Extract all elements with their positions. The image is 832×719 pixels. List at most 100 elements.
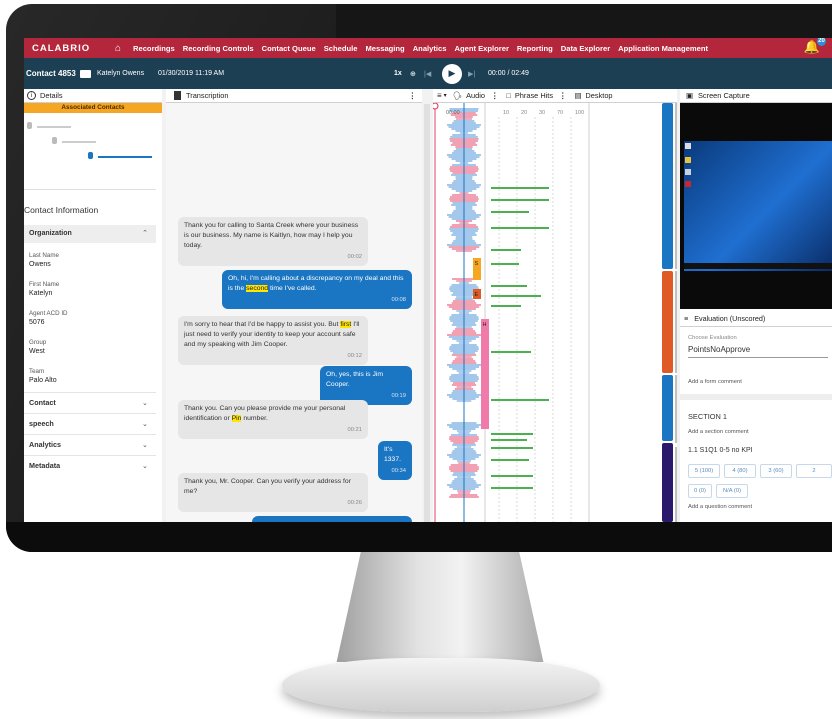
taskbar <box>684 263 832 269</box>
tree-line <box>62 141 96 143</box>
phrase-hit-bar <box>491 227 549 229</box>
choose-evaluation-label: Choose Evaluation <box>688 335 737 341</box>
metadata-section[interactable]: Metadata ⌄ <box>24 455 156 475</box>
select-underline <box>688 357 828 358</box>
kebab-menu-icon[interactable]: ⋮ <box>409 91 416 100</box>
message-text: Thank you for calling to Santa Creek whe… <box>184 222 359 249</box>
analytics-section[interactable]: Analytics ⌄ <box>24 434 156 454</box>
waveform-svg[interactable]: S E H 00:00 10 20 30 70 100 <box>433 103 677 522</box>
nav-agent-explorer[interactable]: Agent Explorer <box>450 44 512 53</box>
message-time: 00:21 <box>347 427 362 433</box>
phrase-hits-label[interactable]: Phrase Hits <box>515 91 553 100</box>
contact-id: Contact 4853 <box>26 69 76 78</box>
keyword-highlight[interactable]: second <box>246 285 269 292</box>
phrase-hit-bar <box>491 263 519 265</box>
screen-capture-image[interactable] <box>680 103 832 309</box>
chevron-down-icon[interactable]: ⌄ <box>142 456 148 476</box>
phrase-hit-bar <box>491 475 533 477</box>
associated-contacts-bar[interactable]: Associated Contacts <box>24 103 162 113</box>
app-screen: CALABRIO ⌂ Recordings Recording Controls… <box>24 38 832 522</box>
phrase-hit-bar <box>491 295 541 297</box>
desktop-icon <box>685 143 691 149</box>
tick-label: 10 <box>503 110 509 116</box>
nav-contact-queue[interactable]: Contact Queue <box>258 44 320 53</box>
message-time: 00:08 <box>391 297 406 303</box>
collapse-icon[interactable]: ≡ <box>437 91 442 100</box>
details-title: Details <box>40 91 63 100</box>
notification-badge: 20 <box>817 38 826 46</box>
desktop-lane-gray <box>675 271 677 373</box>
nav-recording-controls[interactable]: Recording Controls <box>179 44 258 53</box>
chevron-down-icon[interactable]: ⌄ <box>142 393 148 413</box>
chevron-up-icon[interactable]: ⌃ <box>142 225 148 243</box>
playback-speed[interactable]: 1x <box>394 70 410 77</box>
waveform-panel: ≡ ▾ 🗣 Audio ⋮ □ Phrase Hits ⋮ ▤ Desktop … <box>433 89 677 522</box>
choose-evaluation-select[interactable]: PointsNoApprove <box>688 345 750 354</box>
nav-reporting[interactable]: Reporting <box>513 44 557 53</box>
skip-back-icon[interactable]: |◀ <box>424 70 436 78</box>
option-na[interactable]: N/A (0) <box>716 484 748 498</box>
waveform-header: ≡ ▾ 🗣 Audio ⋮ □ Phrase Hits ⋮ ▤ Desktop <box>433 89 677 103</box>
transcription-scrollbar[interactable] <box>424 104 430 522</box>
section-comment-link[interactable]: Add a section comment <box>688 429 749 435</box>
transcription-title: Transcription <box>186 91 229 100</box>
skip-forward-icon[interactable]: ▶| <box>468 70 480 78</box>
keyword-highlight[interactable]: Pin <box>231 415 242 422</box>
nav-application-management[interactable]: Application Management <box>614 44 712 53</box>
nav-data-explorer[interactable]: Data Explorer <box>557 44 614 53</box>
option-4[interactable]: 4 (80) <box>724 464 756 478</box>
option-3[interactable]: 3 (60) <box>760 464 792 478</box>
question-comment-link[interactable]: Add a question comment <box>688 504 752 510</box>
message-time: 00:12 <box>347 353 362 359</box>
kebab-menu-icon[interactable]: ⋮ <box>559 91 566 100</box>
speech-section[interactable]: speech ⌄ <box>24 413 156 433</box>
play-button[interactable]: ▶ <box>442 63 462 84</box>
phrase-hit-bar <box>491 447 533 449</box>
desktop-icon <box>685 169 691 175</box>
kebab-menu-icon[interactable]: ⋮ <box>491 91 498 100</box>
screen-capture-title: Screen Capture <box>697 91 750 100</box>
phrase-marker-label: H <box>483 322 487 328</box>
contact-section-label: Contact <box>29 398 56 407</box>
monitor-chin <box>6 522 832 552</box>
chat-icon: □ <box>506 91 511 100</box>
nav-recordings[interactable]: Recordings <box>129 44 179 53</box>
tree-line <box>37 126 71 128</box>
transcription-header: Transcription ⋮ <box>166 89 422 103</box>
phrase-hit-bar <box>491 459 529 461</box>
contact-section[interactable]: Contact ⌄ <box>24 392 156 412</box>
person-icon <box>52 137 57 144</box>
message-text: Thank you, Mr. Cooper. Can you verify yo… <box>184 478 351 495</box>
speaker-icon: 🗣 <box>452 91 463 100</box>
monitor-stand-neck <box>336 552 544 662</box>
evaluation-title: Evaluation (Unscored) <box>694 314 766 323</box>
option-5[interactable]: 5 (100) <box>688 464 720 478</box>
message-time: 00:34 <box>391 468 406 474</box>
nav-schedule[interactable]: Schedule <box>320 44 362 53</box>
desktop-label[interactable]: Desktop <box>585 91 612 100</box>
tick-label: 100 <box>575 110 584 116</box>
chevron-down-icon[interactable]: ⌄ <box>142 435 148 455</box>
home-icon[interactable]: ⌂ <box>110 43 126 54</box>
form-comment-link[interactable]: Add a form comment <box>688 379 742 385</box>
contact-toolbar: Contact 4853 Katelyn Owens 01/30/2019 11… <box>24 58 832 89</box>
option-2[interactable]: 2 <box>796 464 832 478</box>
monitor-icon: ▤ <box>574 91 582 100</box>
audio-label[interactable]: Audio <box>466 91 485 100</box>
tick-label: 70 <box>557 110 563 116</box>
playhead-handle[interactable] <box>433 103 439 110</box>
dropdown-chevron-icon[interactable]: ▾ <box>444 92 447 99</box>
playback-time: 00:00 / 02:49 <box>488 70 529 77</box>
message-bubble-partial <box>252 516 412 522</box>
monitor-stand-base <box>282 658 600 712</box>
phrase-marker-label: S <box>475 261 479 267</box>
nav-analytics[interactable]: Analytics <box>409 44 451 53</box>
keyword-highlight[interactable]: first <box>340 321 352 328</box>
agent-acd-id-label: Agent ACD ID <box>29 310 68 317</box>
nav-messaging[interactable]: Messaging <box>361 44 408 53</box>
chevron-down-icon[interactable]: ⌄ <box>142 414 148 434</box>
option-0[interactable]: 0 (0) <box>688 484 712 498</box>
organization-section[interactable]: Organization ⌃ <box>24 225 156 243</box>
zoom-icon[interactable]: ⊕ <box>410 70 424 78</box>
phrase-marker <box>481 319 489 429</box>
